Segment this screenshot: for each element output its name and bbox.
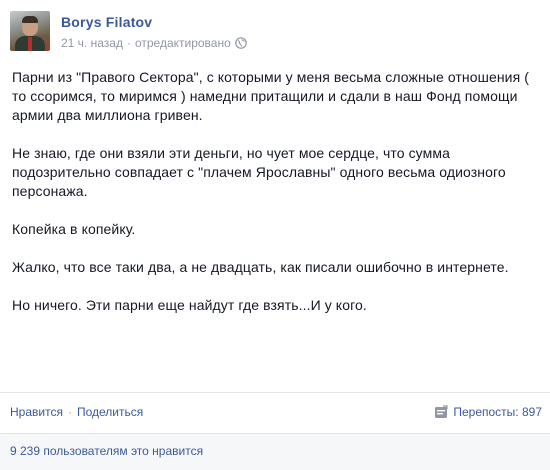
likes-bar: 9 239 пользователям это нравится bbox=[0, 433, 550, 470]
post-paragraph: Но ничего. Эти парни еще найдут где взят… bbox=[12, 297, 367, 313]
likes-divider bbox=[0, 433, 550, 434]
author-avatar[interactable] bbox=[10, 11, 50, 51]
author-name-link[interactable]: Borys Filatov bbox=[61, 14, 247, 30]
edited-link[interactable]: отредактировано bbox=[135, 36, 231, 50]
post-subline: 21 ч. назад · отредактировано bbox=[61, 36, 247, 50]
like-link[interactable]: Нравится bbox=[10, 405, 63, 419]
post-content: Парни из "Правого Сектора", с которыми у… bbox=[12, 68, 538, 334]
share-link[interactable]: Поделиться bbox=[77, 405, 143, 419]
post-actions: Нравится · Поделиться Перепосты: 897 bbox=[10, 403, 542, 421]
post-paragraph: Жалко, что все таки два, а не двадцать, … bbox=[12, 259, 509, 275]
avatar-tie bbox=[28, 37, 32, 51]
post-meta: Borys Filatov 21 ч. назад · отредактиров… bbox=[61, 11, 247, 55]
content-divider bbox=[0, 392, 550, 393]
reposts-count: Перепосты: 897 bbox=[453, 405, 542, 419]
action-separator: · bbox=[67, 405, 72, 419]
post-timestamp-link[interactable]: 21 ч. назад bbox=[61, 36, 123, 50]
meta-separator: · bbox=[126, 36, 131, 50]
post-paragraph: Парни из "Правого Сектора", с которыми у… bbox=[12, 69, 530, 123]
facebook-post: Borys Filatov 21 ч. назад · отредактиров… bbox=[0, 0, 550, 470]
globe-icon[interactable] bbox=[234, 37, 247, 49]
reposts-link[interactable]: Перепосты: 897 bbox=[434, 405, 542, 419]
post-header: Borys Filatov 21 ч. назад · отредактиров… bbox=[10, 11, 247, 55]
post-paragraph: Копейка в копейку. bbox=[12, 221, 136, 237]
post-paragraph: Не знаю, где они взяли эти деньги, но чу… bbox=[12, 145, 506, 199]
likes-count-link[interactable]: 9 239 пользователям это нравится bbox=[10, 444, 203, 458]
share-icon bbox=[434, 405, 448, 419]
avatar-hair bbox=[22, 16, 38, 23]
